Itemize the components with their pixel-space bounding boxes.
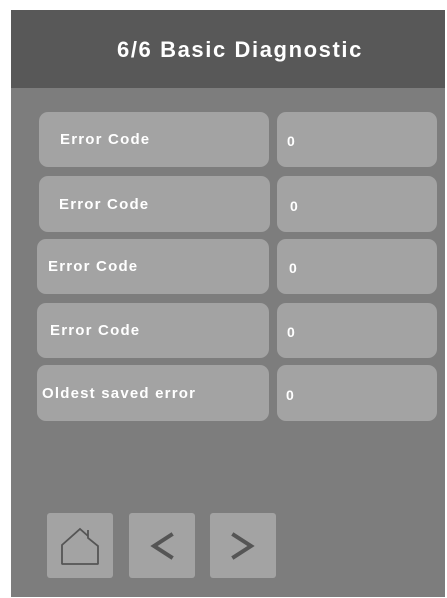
row-label-text: Oldest saved error xyxy=(42,384,197,402)
error-code-value: 0 xyxy=(277,176,437,232)
header-bar: 6/6 Basic Diagnostic xyxy=(11,10,445,88)
error-code-label: Error Code xyxy=(37,239,269,294)
next-button[interactable] xyxy=(210,513,276,578)
oldest-saved-error-value: 0 xyxy=(277,365,437,421)
row-label-text: Error Code xyxy=(48,258,139,275)
chevron-right-icon xyxy=(231,531,255,560)
oldest-saved-error-label: Oldest saved error xyxy=(37,365,269,421)
error-code-label: Error Code xyxy=(39,176,270,232)
row-value-text: 0 xyxy=(290,197,298,214)
error-code-value: 0 xyxy=(277,239,437,294)
row-value-text: 0 xyxy=(287,133,295,149)
error-code-value: 0 xyxy=(277,112,437,167)
error-code-label: Error Code xyxy=(39,112,269,167)
home-button[interactable] xyxy=(47,513,113,578)
row-label-text: Error Code xyxy=(60,131,151,148)
previous-button[interactable] xyxy=(129,513,195,578)
row-label-text: Error Code xyxy=(50,322,141,339)
row-value-text: 0 xyxy=(287,324,295,340)
row-label-text: Error Code xyxy=(59,195,150,213)
row-value-text: 0 xyxy=(286,386,294,403)
diagnostic-screen: 6/6 Basic Diagnostic Error Code 0 Error … xyxy=(11,10,445,597)
chevron-left-icon xyxy=(150,531,174,560)
error-code-value: 0 xyxy=(277,303,437,358)
home-icon xyxy=(60,526,100,566)
row-value-text: 0 xyxy=(289,260,297,276)
error-code-label: Error Code xyxy=(37,303,269,358)
page-title: 6/6 Basic Diagnostic xyxy=(117,37,363,62)
